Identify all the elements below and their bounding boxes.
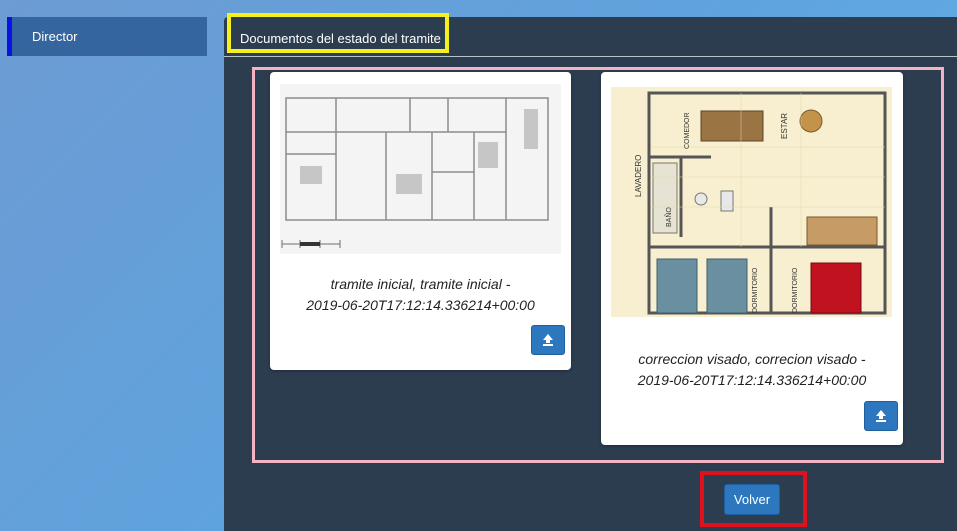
document-thumbnail[interactable] (280, 84, 561, 254)
document-thumbnail[interactable]: LAVADERO COMEDOR ESTAR BAÑO DORMITORIO D… (611, 87, 892, 317)
room-label: COMEDOR (684, 112, 691, 149)
document-card: LAVADERO COMEDOR ESTAR BAÑO DORMITORIO D… (601, 72, 903, 445)
upload-icon (876, 410, 886, 422)
sidebar-item-label: Director (32, 29, 78, 44)
documents-panel: Documentos del estado del tramite tramit… (224, 13, 957, 531)
upload-button[interactable] (531, 325, 565, 355)
caption-title: tramite inicial, tramite inicial - (330, 276, 511, 292)
upload-button[interactable] (864, 401, 898, 431)
room-label: LAVADERO (634, 155, 643, 197)
divider (224, 56, 957, 57)
room-label: BAÑO (664, 207, 673, 227)
document-caption: tramite inicial, tramite inicial - 2019-… (280, 274, 561, 316)
sidebar-item-director[interactable]: Director (7, 17, 207, 56)
upload-icon (543, 334, 553, 346)
room-label: DORMITORIO (752, 267, 759, 313)
caption-timestamp: 2019-06-20T17:12:14.336214+00:00 (306, 297, 535, 313)
room-label: DORMITORIO (792, 267, 799, 313)
caption-title: correccion visado, correcion visado - (638, 351, 866, 367)
document-card: tramite inicial, tramite inicial - 2019-… (270, 72, 571, 370)
room-label: ESTAR (780, 113, 789, 139)
panel-title: Documentos del estado del tramite (240, 31, 441, 46)
back-button[interactable]: Volver (724, 484, 780, 515)
caption-timestamp: 2019-06-20T17:12:14.336214+00:00 (637, 372, 867, 388)
document-caption: correccion visado, correcion visado - 20… (611, 349, 893, 391)
